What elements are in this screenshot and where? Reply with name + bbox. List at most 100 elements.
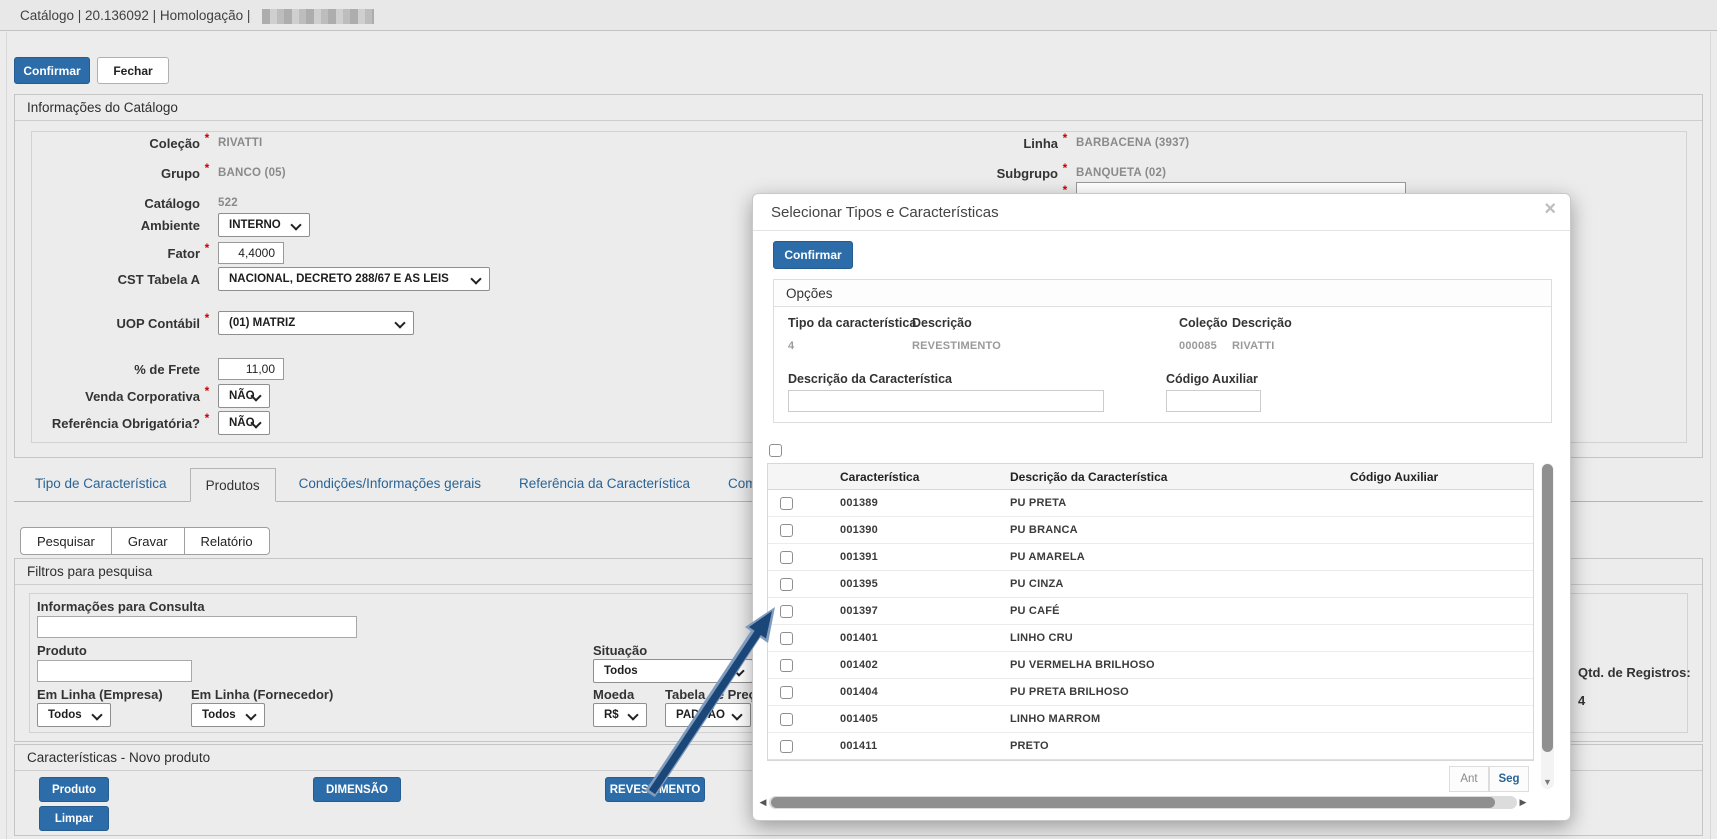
- ambiente-select[interactable]: INTERNO: [218, 213, 310, 237]
- frete-input[interactable]: [218, 358, 284, 380]
- horizontal-scrollbar[interactable]: ◀ ▶: [757, 795, 1529, 809]
- table-row: 001402 PU VERMELHA BRILHOSO: [768, 652, 1533, 679]
- venda-select[interactable]: NÃO: [218, 384, 270, 408]
- topbar: Catálogo | 20.136092 | Homologação |: [0, 0, 1717, 31]
- frete-label: % de Frete: [14, 362, 200, 377]
- situacao-label: Situação: [593, 643, 647, 658]
- pagination-prev-button[interactable]: Ant: [1449, 766, 1489, 792]
- produto-button[interactable]: Produto: [39, 777, 109, 802]
- close-button[interactable]: Fechar: [97, 57, 169, 84]
- descricao-caracteristica-input[interactable]: [788, 390, 1104, 412]
- uop-select-value: (01) MATRIZ: [229, 317, 295, 329]
- confirm-button[interactable]: Confirmar: [14, 57, 90, 84]
- grupo-label: Grupo: [14, 166, 200, 181]
- row-checkbox[interactable]: [780, 659, 793, 672]
- referencia-select-value: NÃO: [229, 417, 255, 429]
- row-checkbox[interactable]: [780, 686, 793, 699]
- gravar-button[interactable]: Gravar: [112, 527, 185, 555]
- row-code: 001401: [828, 632, 998, 644]
- row-code: 001404: [828, 686, 998, 698]
- row-checkbox[interactable]: [780, 497, 793, 510]
- catalog-info-title: Informações do Catálogo: [15, 95, 1702, 121]
- linha-empresa-label: Em Linha (Empresa): [37, 687, 163, 702]
- field-ambiente: Ambiente INTERNO: [14, 212, 310, 238]
- table-row: 001395 PU CINZA: [768, 571, 1533, 598]
- row-code: 001395: [828, 578, 998, 590]
- row-checkbox[interactable]: [780, 524, 793, 537]
- tipo-descricao-label: Descrição: [912, 316, 972, 330]
- codigo-auxiliar-input[interactable]: [1166, 390, 1261, 412]
- page-border-right: [1710, 32, 1711, 839]
- tabela-preco-select[interactable]: PADRÃO: [665, 703, 751, 727]
- modal-confirm-button[interactable]: Confirmar: [773, 241, 853, 269]
- pagination-next-button[interactable]: Seg: [1489, 766, 1529, 792]
- colecao-label: Coleção: [1179, 316, 1228, 330]
- uop-label: UOP Contábil: [14, 316, 200, 331]
- field-linha: Linha * BARBACENA (3937): [872, 130, 1189, 156]
- row-code: 001402: [828, 659, 998, 671]
- linha-fornecedor-select[interactable]: Todos: [191, 703, 265, 727]
- tab-referencia-caracteristica[interactable]: Referência da Característica: [504, 467, 705, 501]
- vertical-scrollbar[interactable]: ▼: [1541, 463, 1554, 789]
- tab-produtos[interactable]: Produtos: [190, 468, 276, 502]
- required-asterisk: *: [1058, 161, 1072, 175]
- row-desc: PU CINZA: [998, 578, 1338, 590]
- referencia-select[interactable]: NÃO: [218, 411, 270, 435]
- horizontal-scrollbar-thumb[interactable]: [771, 797, 1495, 808]
- row-checkbox[interactable]: [780, 632, 793, 645]
- relatorio-button[interactable]: Relatório: [185, 527, 270, 555]
- select-types-modal: Selecionar Tipos e Características × Con…: [752, 193, 1571, 821]
- descricao-caracteristica-label: Descrição da Característica: [788, 372, 952, 386]
- moeda-label: Moeda: [593, 687, 634, 702]
- row-checkbox[interactable]: [780, 713, 793, 726]
- tipo-descricao-value: REVESTIMENTO: [912, 340, 1001, 352]
- required-asterisk: *: [200, 161, 214, 175]
- tab-condicoes-informacoes[interactable]: Condições/Informações gerais: [284, 467, 496, 501]
- table-header-row: Característica Descrição da Característi…: [768, 463, 1533, 490]
- row-checkbox[interactable]: [780, 551, 793, 564]
- modal-close-icon[interactable]: ×: [1544, 198, 1556, 221]
- row-desc: LINHO CRU: [998, 632, 1338, 644]
- uop-select[interactable]: (01) MATRIZ: [218, 311, 414, 335]
- situacao-value: Todos: [604, 665, 638, 677]
- select-all-checkbox[interactable]: [769, 444, 782, 457]
- row-checkbox[interactable]: [780, 578, 793, 591]
- revestimento-button[interactable]: REVESTIMENTO: [605, 777, 705, 802]
- consulta-input[interactable]: [37, 616, 357, 638]
- row-code: 001391: [828, 551, 998, 563]
- scroll-left-icon[interactable]: ◀: [757, 797, 769, 808]
- referencia-label: Referência Obrigatória?: [14, 416, 200, 431]
- required-asterisk: *: [1058, 131, 1072, 145]
- tabela-preco-value: PADRÃO: [676, 709, 725, 721]
- products-toolbar: Pesquisar Gravar Relatório: [20, 527, 270, 555]
- linha-empresa-select[interactable]: Todos: [37, 703, 111, 727]
- moeda-select[interactable]: R$: [593, 703, 647, 727]
- characteristics-table: Característica Descrição da Característi…: [767, 463, 1534, 761]
- modal-title: Selecionar Tipos e Características: [753, 194, 1570, 231]
- field-fator: Fator *: [14, 240, 284, 266]
- cst-select[interactable]: NACIONAL, DECRETO 288/67 E AS LEIS: [218, 267, 490, 291]
- consulta-label: Informações para Consulta: [37, 599, 205, 614]
- table-row: 001411 PRETO: [768, 733, 1533, 760]
- table-row: 001405 LINHO MARROM: [768, 706, 1533, 733]
- row-checkbox-pu-cafe[interactable]: [780, 605, 793, 618]
- limpar-button[interactable]: Limpar: [39, 806, 109, 831]
- vertical-scrollbar-thumb[interactable]: [1542, 464, 1553, 752]
- row-checkbox[interactable]: [780, 740, 793, 753]
- subgrupo-label: Subgrupo: [872, 166, 1058, 181]
- scroll-right-icon[interactable]: ▶: [1517, 797, 1529, 808]
- produto-input[interactable]: [37, 660, 192, 682]
- fator-input[interactable]: [218, 242, 284, 264]
- colecao-descricao-label: Descrição: [1232, 316, 1292, 330]
- scroll-down-icon[interactable]: ▼: [1542, 777, 1553, 787]
- row-code: 001390: [828, 524, 998, 536]
- situacao-select[interactable]: Todos: [593, 659, 753, 683]
- linha-value: BARBACENA (3937): [1076, 137, 1189, 149]
- dimensao-button[interactable]: DIMENSÃO: [313, 777, 401, 802]
- page-border-left: [6, 32, 7, 839]
- horizontal-scrollbar-track[interactable]: [769, 796, 1517, 809]
- produto-label: Produto: [37, 643, 87, 658]
- row-desc: PU VERMELHA BRILHOSO: [998, 659, 1338, 671]
- tab-tipo-de-caracteristica[interactable]: Tipo de Característica: [20, 467, 182, 501]
- pesquisar-button[interactable]: Pesquisar: [20, 527, 112, 555]
